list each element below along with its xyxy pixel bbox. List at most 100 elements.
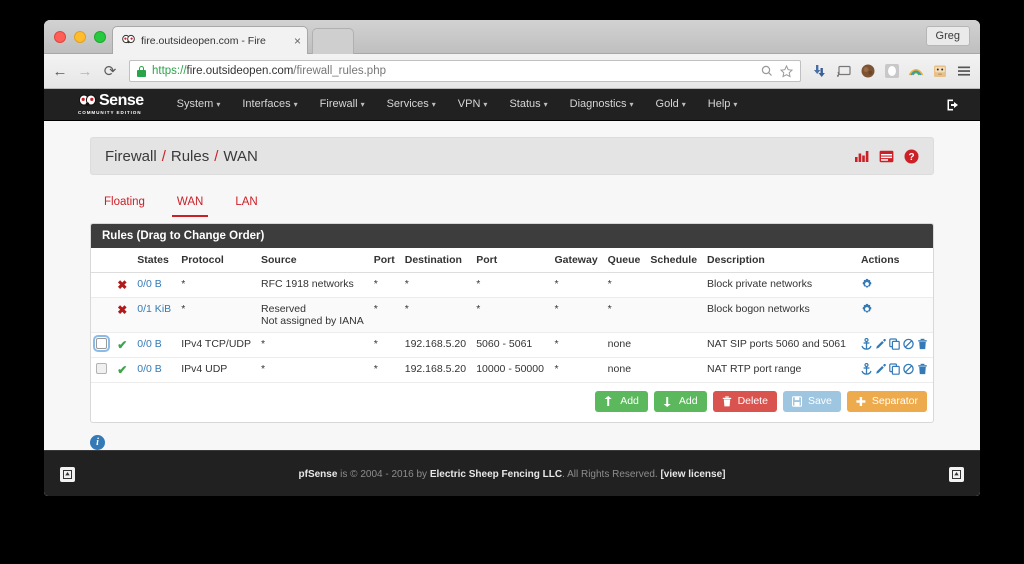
minimize-window-button[interactable] bbox=[74, 31, 86, 43]
rule-description: Block bogon networks bbox=[702, 297, 856, 333]
profile-button[interactable]: Greg bbox=[925, 26, 970, 46]
add-up-button[interactable]: Add bbox=[595, 391, 648, 412]
pfsense-logo-subtitle: COMMUNITY EDITION bbox=[78, 109, 142, 115]
rainbow-arc-icon[interactable] bbox=[908, 63, 924, 79]
tab-floating[interactable]: Floating bbox=[90, 189, 159, 217]
anchor-icon[interactable] bbox=[861, 338, 872, 350]
rule-port: * bbox=[368, 357, 400, 383]
save-label: Save bbox=[807, 395, 832, 407]
rule-schedule bbox=[645, 272, 703, 298]
add-down-button[interactable]: Add bbox=[653, 391, 707, 412]
close-tab-icon[interactable]: × bbox=[292, 35, 301, 47]
row-checkbox[interactable] bbox=[93, 335, 110, 352]
column-header-source: Source bbox=[256, 248, 369, 273]
footer-brand: pfSense bbox=[298, 469, 338, 480]
nav-item-gold[interactable]: Gold ▾ bbox=[645, 88, 697, 121]
column-header-status bbox=[112, 248, 133, 273]
brown-avatar-icon[interactable] bbox=[860, 63, 876, 79]
column-header-protocol: Protocol bbox=[176, 248, 257, 273]
copy-icon[interactable] bbox=[889, 338, 900, 350]
rule-actions bbox=[855, 357, 933, 383]
nav-item-services[interactable]: Services ▾ bbox=[376, 88, 447, 121]
rule-states[interactable]: 0/0 B bbox=[132, 272, 177, 298]
nav-item-status[interactable]: Status ▾ bbox=[498, 88, 558, 121]
nav-item-system[interactable]: System ▾ bbox=[166, 88, 232, 121]
nav-item-firewall[interactable]: Firewall ▾ bbox=[309, 88, 376, 121]
rule-states[interactable]: 0/0 B bbox=[132, 332, 177, 358]
gear-icon[interactable] bbox=[861, 278, 928, 290]
rule-gateway: * bbox=[549, 272, 603, 298]
save-button[interactable]: Save bbox=[782, 391, 841, 412]
logout-icon[interactable] bbox=[946, 98, 966, 112]
separator-button[interactable]: Separator bbox=[846, 391, 927, 412]
edit-pencil-icon[interactable] bbox=[875, 338, 886, 350]
rule-schedule bbox=[645, 357, 703, 383]
browser-tab[interactable]: fire.outsideopen.com - Fire × bbox=[112, 26, 308, 54]
rule-states[interactable]: 0/1 KiB bbox=[132, 297, 177, 333]
rule-schedule bbox=[645, 297, 703, 333]
robot-icon[interactable] bbox=[932, 63, 948, 79]
download-icon[interactable] bbox=[812, 63, 828, 79]
help-icon[interactable]: ? bbox=[904, 149, 919, 164]
reload-icon[interactable]: ⟳ bbox=[102, 64, 118, 79]
view-license-link[interactable]: [view license] bbox=[660, 469, 725, 480]
hamburger-menu-icon[interactable] bbox=[956, 63, 972, 79]
breadcrumb-rules[interactable]: Rules bbox=[171, 148, 209, 165]
rule-source-cell: Reserved Not assigned by IANA bbox=[256, 297, 369, 333]
white-oval-icon[interactable] bbox=[884, 63, 900, 79]
new-tab-button[interactable] bbox=[312, 28, 354, 54]
back-icon[interactable]: ← bbox=[52, 64, 68, 79]
delete-button[interactable]: Delete bbox=[712, 391, 777, 412]
pfsense-logo[interactable]: Sense COMMUNITY EDITION bbox=[78, 93, 144, 116]
nav-item-help[interactable]: Help ▾ bbox=[697, 88, 749, 121]
nav-item-interfaces[interactable]: Interfaces ▾ bbox=[231, 88, 308, 121]
table-icon[interactable] bbox=[879, 150, 894, 163]
copy-icon[interactable] bbox=[889, 363, 900, 375]
table-row[interactable]: ✖ 0/1 KiB * Reserved Not assigned by IAN… bbox=[91, 297, 933, 333]
column-header-actions: Actions bbox=[855, 248, 933, 273]
cast-icon[interactable] bbox=[836, 63, 852, 79]
plus-icon bbox=[856, 396, 866, 407]
bar-chart-icon[interactable] bbox=[854, 149, 869, 163]
rule-port: * bbox=[368, 297, 400, 333]
pass-check-icon: ✔ bbox=[117, 338, 128, 352]
svg-text:?: ? bbox=[908, 152, 914, 163]
table-row[interactable]: ✔ 0/0 B IPv4 TCP/UDP * * 192.168.5.20 50… bbox=[91, 332, 933, 358]
add-up-label: Add bbox=[620, 395, 639, 407]
forward-icon: → bbox=[77, 62, 93, 80]
search-icon[interactable] bbox=[761, 65, 773, 77]
table-row[interactable]: ✖ 0/0 B * RFC 1918 networks * * * * * Bl… bbox=[91, 272, 933, 298]
delete-trash-icon[interactable] bbox=[917, 338, 928, 350]
close-window-button[interactable] bbox=[54, 31, 66, 43]
rules-action-buttons: Add Add Delete Save Separator bbox=[91, 383, 933, 422]
info-icon[interactable]: i bbox=[90, 435, 105, 450]
row-checkbox-cell bbox=[91, 357, 113, 383]
disable-icon[interactable] bbox=[903, 363, 914, 375]
chevron-down-icon: ▾ bbox=[681, 100, 686, 109]
rule-source: RFC 1918 networks bbox=[256, 272, 369, 298]
tab-lan[interactable]: LAN bbox=[221, 189, 271, 217]
desktop-background: fire.outsideopen.com - Fire × ← → ⟳ http… bbox=[0, 0, 1024, 564]
row-checkbox[interactable] bbox=[96, 363, 107, 374]
breadcrumb-firewall[interactable]: Firewall bbox=[105, 148, 157, 165]
tab-wan[interactable]: WAN bbox=[163, 189, 217, 217]
nav-item-diagnostics[interactable]: Diagnostics ▾ bbox=[559, 88, 645, 121]
delete-trash-icon[interactable] bbox=[917, 363, 928, 375]
anchor-icon[interactable] bbox=[861, 363, 872, 375]
maximize-window-button[interactable] bbox=[94, 31, 106, 43]
rule-source: * bbox=[256, 357, 369, 383]
rule-queue: none bbox=[602, 332, 646, 358]
disable-icon[interactable] bbox=[903, 338, 914, 350]
pfsense-logo-icon bbox=[78, 94, 97, 109]
nav-item-vpn[interactable]: VPN ▾ bbox=[447, 88, 499, 121]
table-row[interactable]: ✔ 0/0 B IPv4 UDP * * 192.168.5.20 10000 … bbox=[91, 357, 933, 383]
edit-pencil-icon[interactable] bbox=[875, 363, 886, 375]
gear-icon[interactable] bbox=[861, 303, 928, 315]
chevron-down-icon: ▾ bbox=[733, 100, 738, 109]
chevron-down-icon: ▾ bbox=[431, 100, 436, 109]
page-footer: pfSense is © 2004 - 2016 by Electric She… bbox=[44, 450, 980, 496]
address-bar[interactable]: https://fire.outsideopen.com/firewall_ru… bbox=[129, 60, 801, 82]
star-icon[interactable] bbox=[780, 64, 793, 78]
rule-states[interactable]: 0/0 B bbox=[132, 357, 177, 383]
extension-icons bbox=[812, 63, 972, 79]
